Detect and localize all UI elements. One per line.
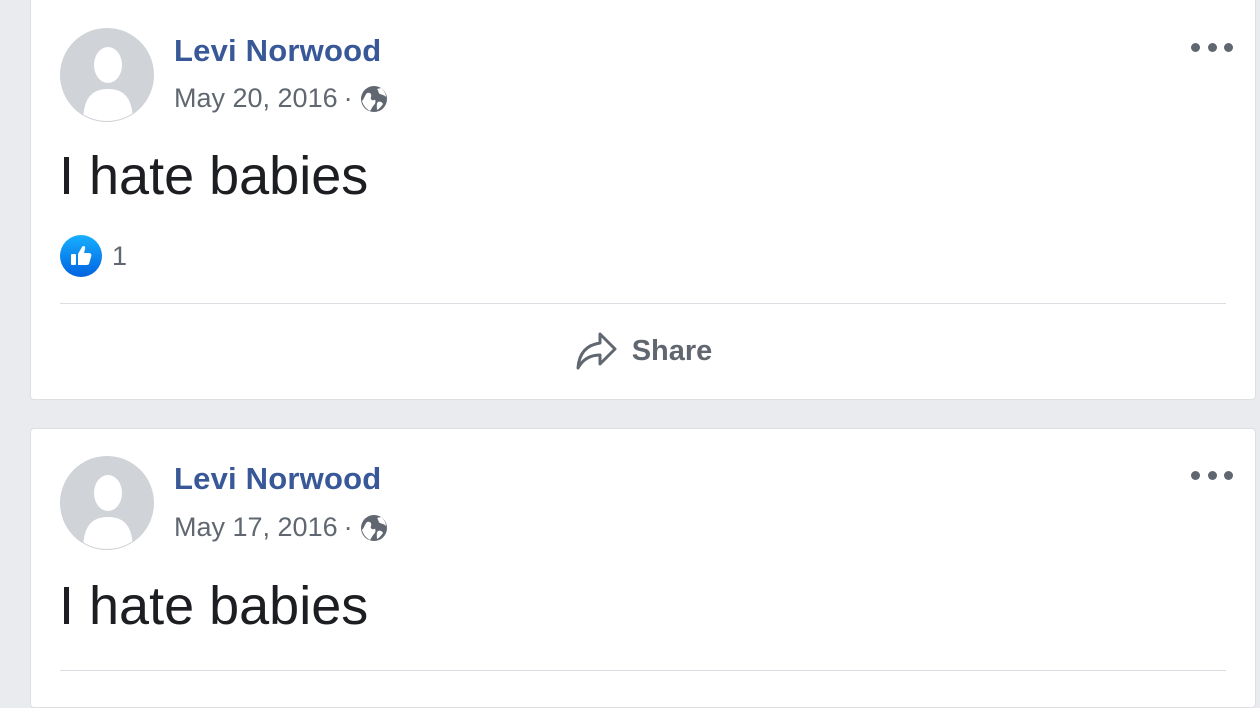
meta-separator: ·	[343, 83, 353, 113]
default-profile-icon	[61, 457, 153, 549]
default-profile-icon	[61, 29, 153, 121]
divider	[60, 303, 1226, 304]
share-arrow-icon	[576, 332, 617, 370]
post-timestamp[interactable]: May 20, 2016	[174, 83, 338, 114]
post-card: Levi Norwood May 17, 2016 · I hate babie…	[30, 428, 1256, 708]
more-dot-icon	[1224, 470, 1233, 480]
author-name-link[interactable]: Levi Norwood	[174, 461, 381, 497]
post-text: I hate babies	[59, 146, 369, 206]
post-text: I hate babies	[59, 576, 369, 636]
post-meta: May 17, 2016 ·	[174, 512, 389, 543]
divider	[60, 670, 1226, 671]
post-card: Levi Norwood May 20, 2016 · I hate babie…	[30, 0, 1256, 400]
globe-icon[interactable]	[359, 513, 389, 543]
more-dot-icon	[1207, 42, 1217, 52]
post-timestamp[interactable]: May 17, 2016	[174, 512, 338, 543]
avatar[interactable]	[60, 456, 154, 550]
more-dot-icon	[1191, 470, 1200, 480]
reaction-summary[interactable]: 1	[60, 235, 127, 277]
reaction-count: 1	[112, 240, 128, 271]
more-dot-icon	[1224, 42, 1233, 52]
more-options-button[interactable]	[1191, 35, 1233, 59]
meta-separator: ·	[343, 512, 353, 542]
more-dot-icon	[1191, 42, 1200, 52]
like-icon	[60, 235, 102, 277]
globe-icon[interactable]	[359, 84, 389, 114]
page-background-strip	[0, 0, 10, 692]
share-label: Share	[631, 334, 713, 367]
avatar[interactable]	[60, 28, 154, 122]
post-meta: May 20, 2016 ·	[174, 83, 389, 114]
more-dot-icon	[1207, 470, 1217, 480]
share-button[interactable]: Share	[60, 323, 1226, 379]
author-name-link[interactable]: Levi Norwood	[174, 33, 381, 69]
more-options-button[interactable]	[1191, 463, 1233, 487]
